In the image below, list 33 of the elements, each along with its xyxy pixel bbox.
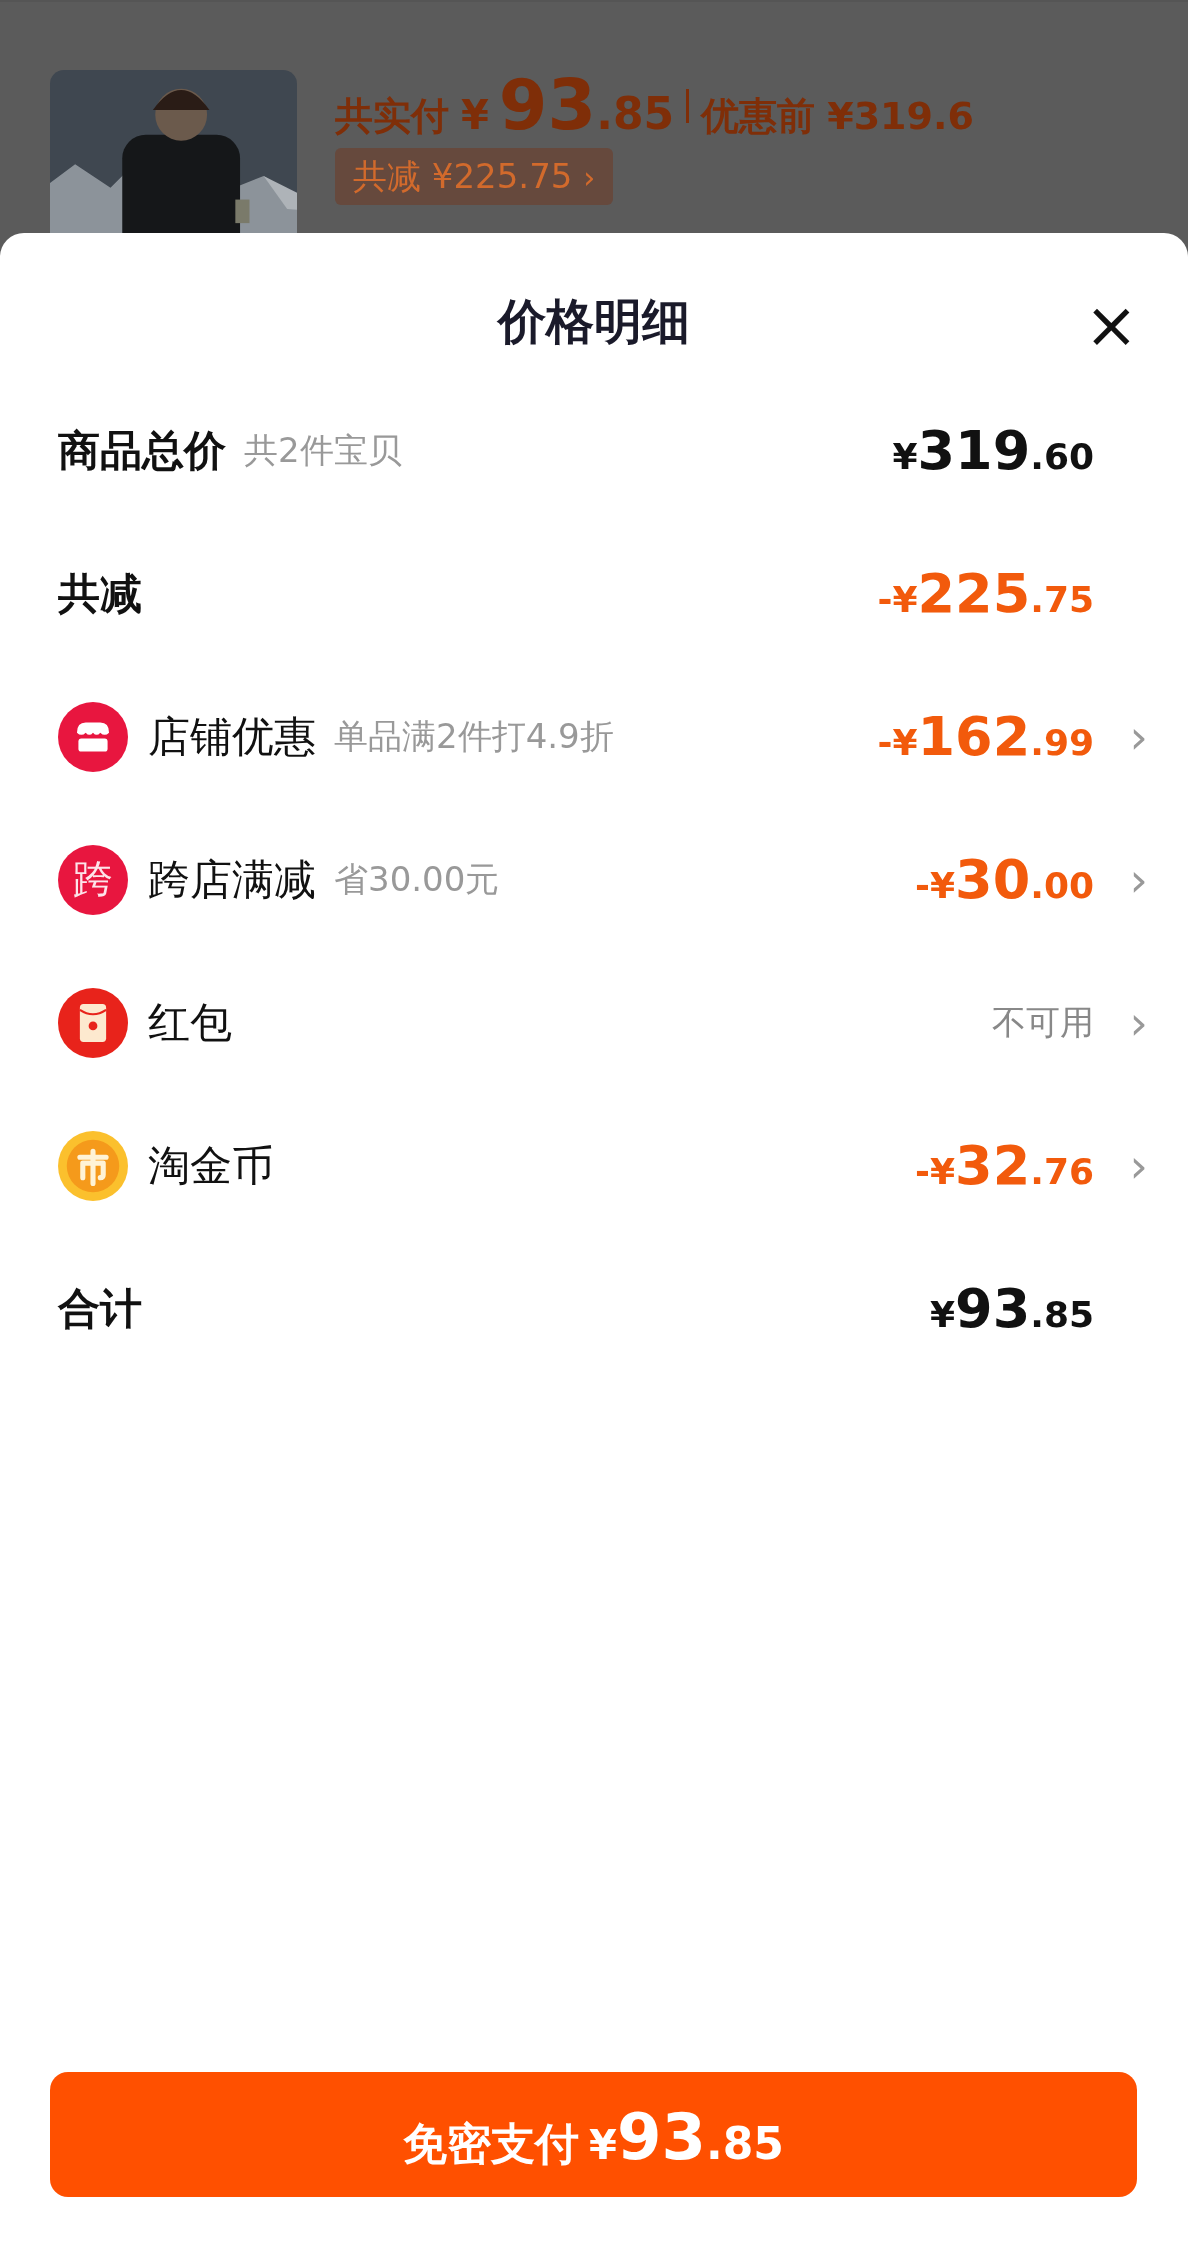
coin-icon xyxy=(58,1130,128,1201)
row-amount: -¥30.00 xyxy=(915,848,1094,911)
shop-icon xyxy=(58,701,128,772)
total-discount-button[interactable]: 共减 ¥225.75 › xyxy=(335,148,614,205)
row-label: 淘金币 xyxy=(148,1139,274,1192)
chevron-icon[interactable]: › xyxy=(1094,995,1148,1050)
row-amount: -¥162.99 xyxy=(877,705,1094,768)
close-button[interactable]: × xyxy=(1084,293,1138,357)
cross-store-icon: 跨 xyxy=(58,844,128,915)
sheet-title: 价格明细 xyxy=(498,292,690,351)
chevron-icon[interactable]: › xyxy=(1094,1138,1148,1193)
row-amount: -¥32.76 xyxy=(915,1134,1094,1197)
paid-amount: ¥93.85 xyxy=(461,70,675,140)
row-amount: ¥319.60 xyxy=(892,419,1094,482)
row-note: 共2件宝贝 xyxy=(244,428,402,472)
envelope-icon xyxy=(58,987,128,1058)
before-label: 优惠前 xyxy=(701,93,816,140)
chevron-icon[interactable]: › xyxy=(1094,709,1148,764)
row-label: 店铺优惠 xyxy=(148,710,316,763)
row-amount: 不可用 xyxy=(992,1000,1094,1044)
row-amount: ¥93.85 xyxy=(930,1277,1094,1340)
row-note: 单品满2件打4.9折 xyxy=(334,714,614,758)
pay-button[interactable]: 免密支付 ¥93.85 xyxy=(50,2072,1137,2197)
row-label: 商品总价 xyxy=(58,424,226,477)
row-label: 红包 xyxy=(148,996,232,1049)
row-label: 共减 xyxy=(58,567,142,620)
paid-label: 共实付 xyxy=(335,93,449,140)
row-label: 跨店满减 xyxy=(148,853,316,906)
row-label: 合计 xyxy=(58,1282,142,1335)
chevron-icon[interactable]: › xyxy=(1094,852,1148,907)
original-price: ¥319.6 xyxy=(827,94,974,138)
row-amount: -¥225.75 xyxy=(877,562,1094,625)
row-note: 省30.00元 xyxy=(334,857,500,901)
